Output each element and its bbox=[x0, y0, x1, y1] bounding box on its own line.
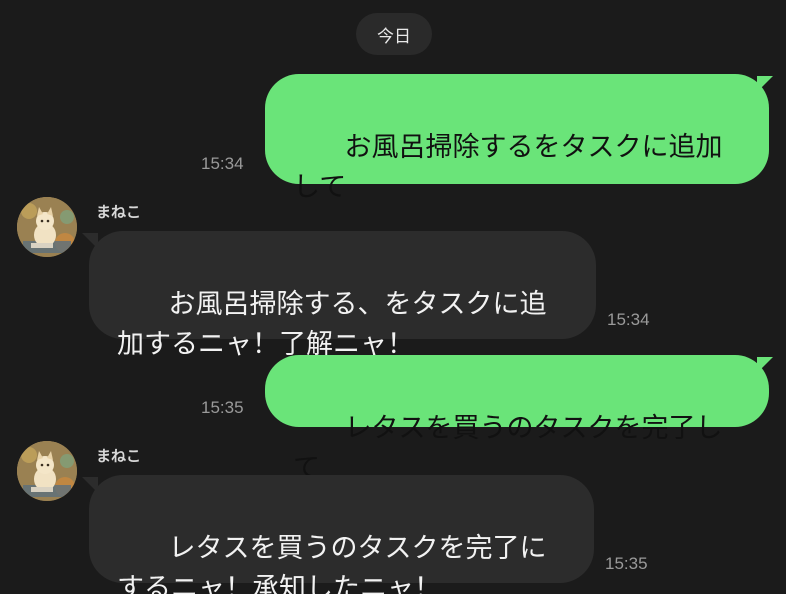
bubble-tail bbox=[757, 76, 773, 92]
sender-name: まねこ bbox=[96, 203, 142, 221]
cat-avatar-icon[interactable] bbox=[17, 197, 77, 257]
date-divider: 今日 bbox=[356, 13, 432, 55]
chat-screen: 今日 お風呂掃除するをタスクに追加して 15:34 まねこ お風呂掃除する、をタ… bbox=[0, 0, 786, 594]
message-text: レタスを買うのタスクを完了にするニャ！承知したニャ！ bbox=[117, 533, 547, 594]
cat-avatar-icon[interactable] bbox=[17, 441, 77, 501]
incoming-message-bubble[interactable]: お風呂掃除する、をタスクに追加するニャ！了解ニャ！ bbox=[89, 231, 596, 360]
message-text: お風呂掃除するをタスクに追加して bbox=[293, 132, 723, 203]
incoming-message-bubble[interactable]: レタスを買うのタスクを完了にするニャ！承知したニャ！ bbox=[89, 475, 594, 594]
outgoing-message-bubble[interactable]: レタスを買うのタスクを完了して bbox=[265, 355, 769, 484]
bubble-tail bbox=[757, 357, 773, 373]
message-text: お風呂掃除する、をタスクに追加するニャ！了解ニャ！ bbox=[117, 289, 547, 360]
message-timestamp: 15:35 bbox=[605, 554, 648, 573]
message-timestamp: 15:34 bbox=[607, 310, 650, 329]
outgoing-message-bubble[interactable]: お風呂掃除するをタスクに追加して bbox=[265, 74, 769, 203]
message-text: レタスを買うのタスクを完了して bbox=[293, 413, 723, 484]
message-timestamp: 15:34 bbox=[201, 154, 244, 173]
date-divider-label: 今日 bbox=[377, 26, 411, 47]
message-timestamp: 15:35 bbox=[201, 398, 244, 417]
sender-name: まねこ bbox=[96, 447, 142, 465]
